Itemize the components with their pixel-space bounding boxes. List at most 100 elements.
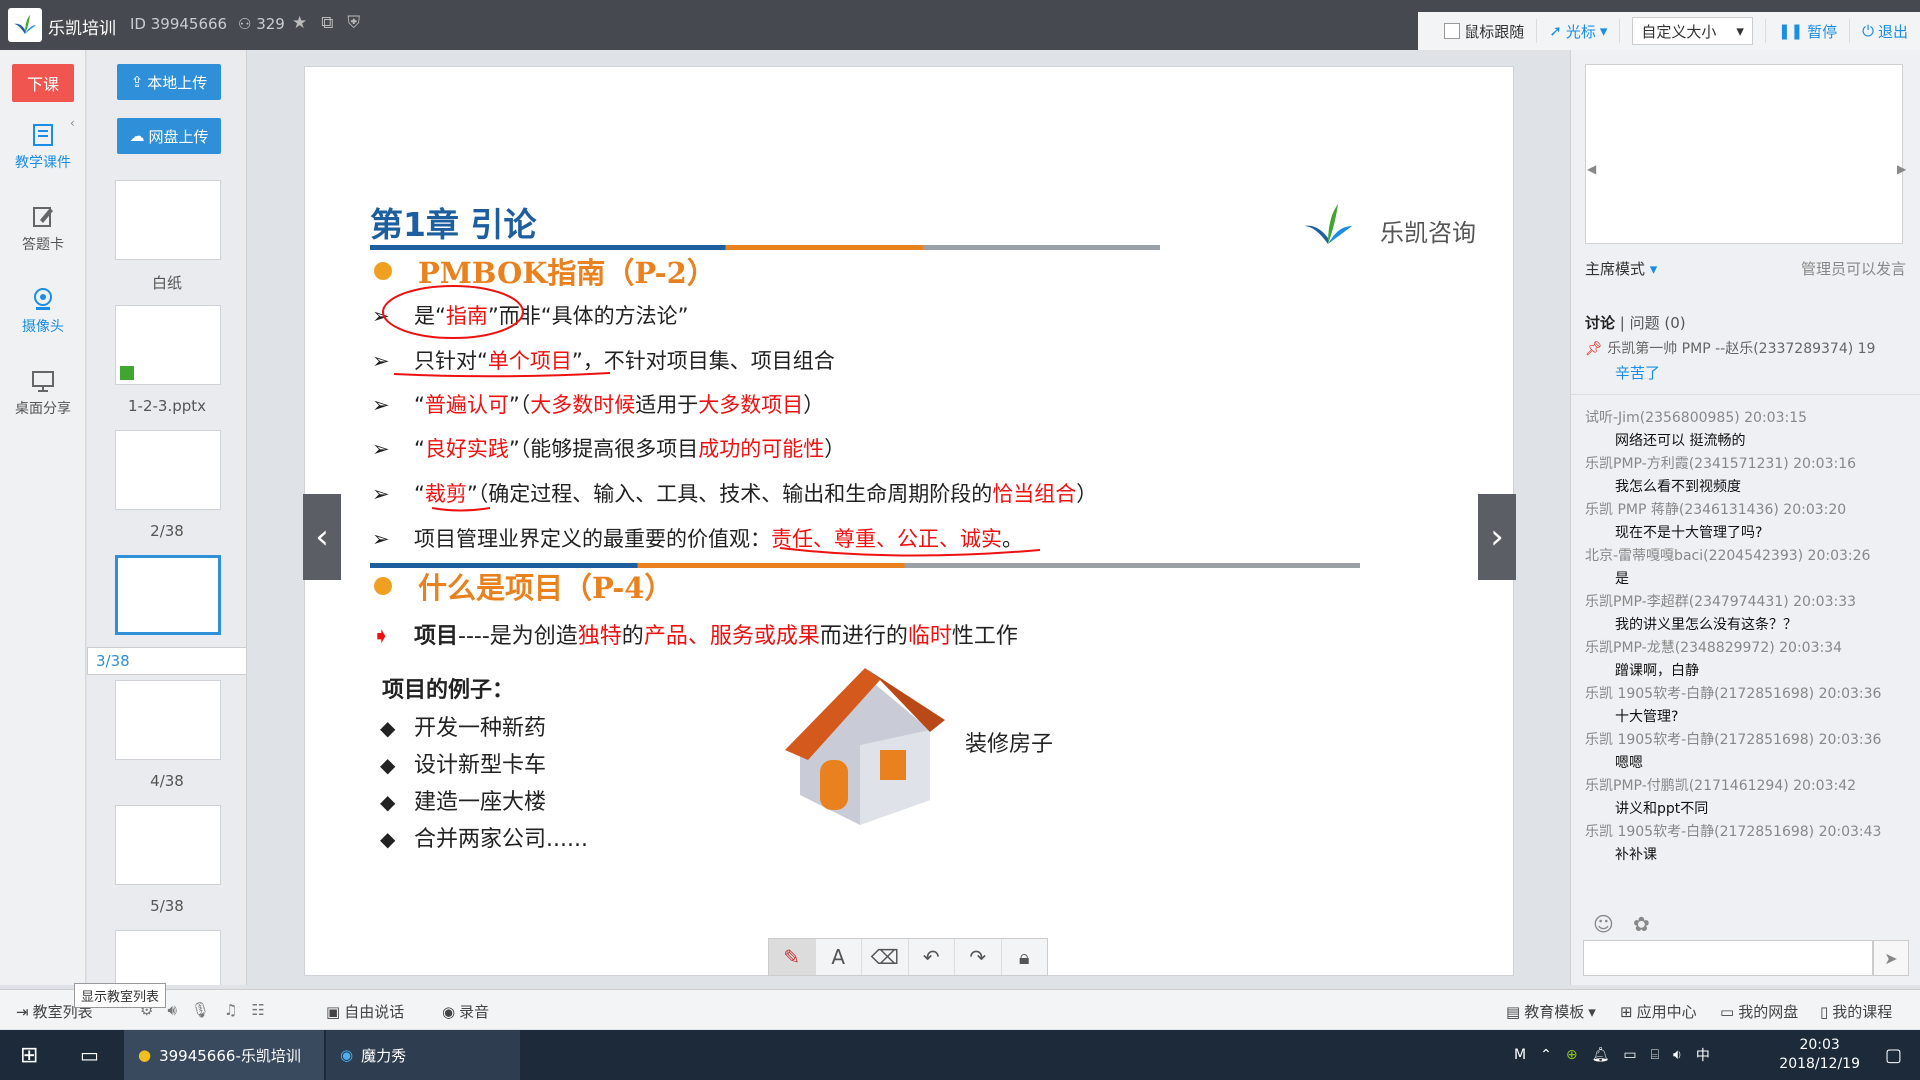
- redo-icon[interactable]: ↷: [955, 939, 1002, 975]
- chat-list[interactable]: 试听-Jim(2356800985) 20:03:15 网络还可以 挺流畅的 乐凯…: [1571, 394, 1920, 934]
- my-course-button[interactable]: ▯ 我的课程: [1820, 1001, 1892, 1022]
- app-magic-icon: ◉: [340, 1046, 354, 1064]
- example-item: ◆ 开发一种新药: [380, 716, 547, 741]
- clock-date: 2018/12/19: [1779, 1056, 1860, 1072]
- window-icon[interactable]: ⧉: [321, 13, 333, 33]
- follow-mouse-toggle[interactable]: 鼠标跟随: [1432, 19, 1538, 43]
- microphone-icon[interactable]: 🎙︎: [191, 1001, 210, 1019]
- edu-template-menu[interactable]: ▤ 教育模板 ▾: [1506, 1001, 1596, 1022]
- flower-icon[interactable]: ✿: [1633, 912, 1650, 936]
- text-icon[interactable]: A: [816, 939, 862, 975]
- app-title: 乐凯培训: [48, 19, 116, 39]
- chevron-left-icon[interactable]: ◀: [1587, 162, 1596, 176]
- prev-slide-button[interactable]: ‹: [303, 494, 341, 580]
- thumb-slide-5[interactable]: [115, 805, 221, 885]
- thumb-label: 1-2-3.pptx: [127, 397, 207, 415]
- emoji-icon[interactable]: ☺: [1593, 912, 1614, 936]
- app-logo: [8, 8, 42, 42]
- shield-icon[interactable]: ⛨: [347, 13, 360, 33]
- m-icon[interactable]: M: [1514, 1047, 1526, 1063]
- chat-message: 乐凯PMP-龙慧(2348829972) 20:03:34 蹭课啊，白静: [1585, 640, 1843, 679]
- pen-icon[interactable]: ✎: [769, 939, 816, 975]
- house-label: 装修房子: [965, 732, 1054, 757]
- examples-title: 项目的例子：: [382, 678, 515, 703]
- thumb-slide-3[interactable]: [115, 555, 221, 635]
- chat-message: 乐凯PMP-李超群(2347974431) 20:03:33 我的讲义里怎么没有这…: [1585, 594, 1857, 633]
- music-icon[interactable]: ♫: [224, 1001, 237, 1019]
- right-panel: ◀ ▶ 主席模式 ▾ 管理员可以发言 讨论 | 问题 (0) 📌︎ 乐凯第一帅 …: [1570, 50, 1920, 985]
- undo-icon[interactable]: ↶: [909, 939, 955, 975]
- slide-preview[interactable]: [1585, 64, 1903, 244]
- follow-mouse-checkbox[interactable]: [1444, 23, 1461, 39]
- task-view-button[interactable]: ▭: [66, 1030, 113, 1080]
- free-talk-icon: ▣: [326, 1002, 341, 1021]
- cloud-upload-button[interactable]: ☁ 网盘上传: [117, 118, 221, 154]
- network-icon[interactable]: ⌸: [1651, 1047, 1659, 1063]
- nav-camera[interactable]: 摄像头: [0, 286, 86, 336]
- clock-time: 20:03: [1799, 1037, 1840, 1053]
- tab-discussion[interactable]: 讨论: [1585, 314, 1615, 332]
- nav-desktop-share[interactable]: 桌面分享: [0, 368, 86, 418]
- chat-input[interactable]: [1583, 940, 1873, 976]
- mode-select[interactable]: 主席模式 ▾: [1585, 258, 1657, 279]
- next-slide-button[interactable]: ›: [1478, 494, 1516, 580]
- free-talk-button[interactable]: ▣ 自由说话: [326, 1001, 404, 1022]
- pin-icon: 📌︎: [1585, 341, 1608, 357]
- thumb-blank[interactable]: [115, 180, 221, 260]
- lock-icon[interactable]: 🔒︎: [1002, 939, 1048, 975]
- pinned-text: 辛苦了: [1615, 364, 1661, 382]
- speaker-icon[interactable]: 🔊︎: [167, 1001, 176, 1019]
- volume-icon[interactable]: 🔉︎: [1673, 1047, 1682, 1063]
- nav-courseware[interactable]: 教学课件: [0, 122, 86, 172]
- taskbar-app-label: 39945666-乐凯培训: [159, 1046, 301, 1065]
- exit-button[interactable]: ⏻ 退出: [1850, 19, 1920, 43]
- thumb-pptx[interactable]: [115, 305, 221, 385]
- slide-thumbnails: ⇪ 本地上传 ☁ 网盘上传 白纸 1-2-3.pptx 2/38 3/38 4/38…: [87, 50, 247, 985]
- pause-icon: ❚❚: [1777, 22, 1804, 40]
- chevron-right-icon[interactable]: ▶: [1897, 162, 1906, 176]
- chevron-up-icon[interactable]: ⌃: [1540, 1047, 1552, 1063]
- thumb-slide-4[interactable]: [115, 680, 221, 760]
- example-item: ◆ 合并两家公司......: [380, 827, 588, 852]
- pause-button[interactable]: ❚❚ 暂停: [1766, 19, 1851, 43]
- thumb-label: 3/38: [87, 647, 246, 675]
- notification-button[interactable]: ▢: [1871, 1030, 1916, 1080]
- local-upload-button[interactable]: ⇪ 本地上传: [117, 64, 221, 100]
- app-center-button[interactable]: ⊞ 应用中心: [1620, 1001, 1697, 1022]
- start-button[interactable]: ⊞: [6, 1030, 52, 1080]
- tab-questions[interactable]: 问题 (0): [1630, 314, 1686, 332]
- power-icon: ⏻: [1862, 22, 1874, 40]
- chat-message: 乐凯PMP-付鹏凯(2171461294) 20:03:42 讲义和ppt不同: [1585, 778, 1857, 817]
- clock[interactable]: 20:03 2018/12/19: [1779, 1036, 1860, 1074]
- ime-indicator[interactable]: 中: [1696, 1045, 1710, 1065]
- record-button[interactable]: ◉ 录音: [442, 1001, 489, 1022]
- follow-mouse-label: 鼠标跟随: [1464, 22, 1525, 41]
- diamond-bullet-icon: ◆: [380, 790, 396, 814]
- chat-message: 乐凯 1905软考-白静(2172851698) 20:03:43 补补课: [1585, 824, 1882, 863]
- whiteboard-toolbar: ✎ A ⌫ ↶ ↷ 🔒︎: [768, 938, 1048, 976]
- diamond-bullet-icon: ◆: [380, 716, 396, 740]
- thumb-slide-2[interactable]: [115, 430, 221, 510]
- bottom-toolbar: ⇥ 教室列表 ⚙ 🔊︎ 🎙︎ ♫ ☷ ▣ 自由说话 ◉ 录音 ▤ 教育模板 ▾ ⊞ 应用中心…: [0, 989, 1920, 1029]
- mixer-icon[interactable]: ☷: [251, 1001, 264, 1019]
- diamond-bullet-icon: ◆: [380, 827, 396, 851]
- pinned-sender: 乐凯第一帅 PMP --赵乐(2337289374) 19: [1607, 341, 1876, 357]
- nav-answer-card[interactable]: 答题卡: [0, 204, 86, 254]
- taskbar-app[interactable]: ◉ 魔力秀: [326, 1030, 520, 1080]
- eraser-icon[interactable]: ⌫: [862, 939, 909, 975]
- size-select[interactable]: 自定义大小 ▾: [1632, 17, 1753, 45]
- user-count: ⚇ 329: [238, 15, 285, 33]
- plus-icon[interactable]: ⊕: [1566, 1047, 1578, 1063]
- task-view-icon: ▭: [80, 1043, 99, 1067]
- my-disk-button[interactable]: ▭ 我的网盘: [1720, 1001, 1798, 1022]
- star-icon[interactable]: ★: [292, 13, 307, 33]
- cursor-menu[interactable]: ➚ 光标 ▾: [1537, 19, 1621, 43]
- app-center-label: 应用中心: [1636, 1003, 1697, 1021]
- taskbar-app[interactable]: ● 39945666-乐凯培训: [124, 1030, 324, 1080]
- battery-icon[interactable]: ▭: [1623, 1047, 1636, 1063]
- thumb-slide-6[interactable]: [115, 930, 221, 985]
- send-icon[interactable]: ➤: [1873, 940, 1909, 976]
- bell-icon[interactable]: 🔔︎: [1592, 1047, 1610, 1063]
- end-class-button[interactable]: 下课: [12, 64, 74, 102]
- thumb-label: 5/38: [150, 897, 184, 915]
